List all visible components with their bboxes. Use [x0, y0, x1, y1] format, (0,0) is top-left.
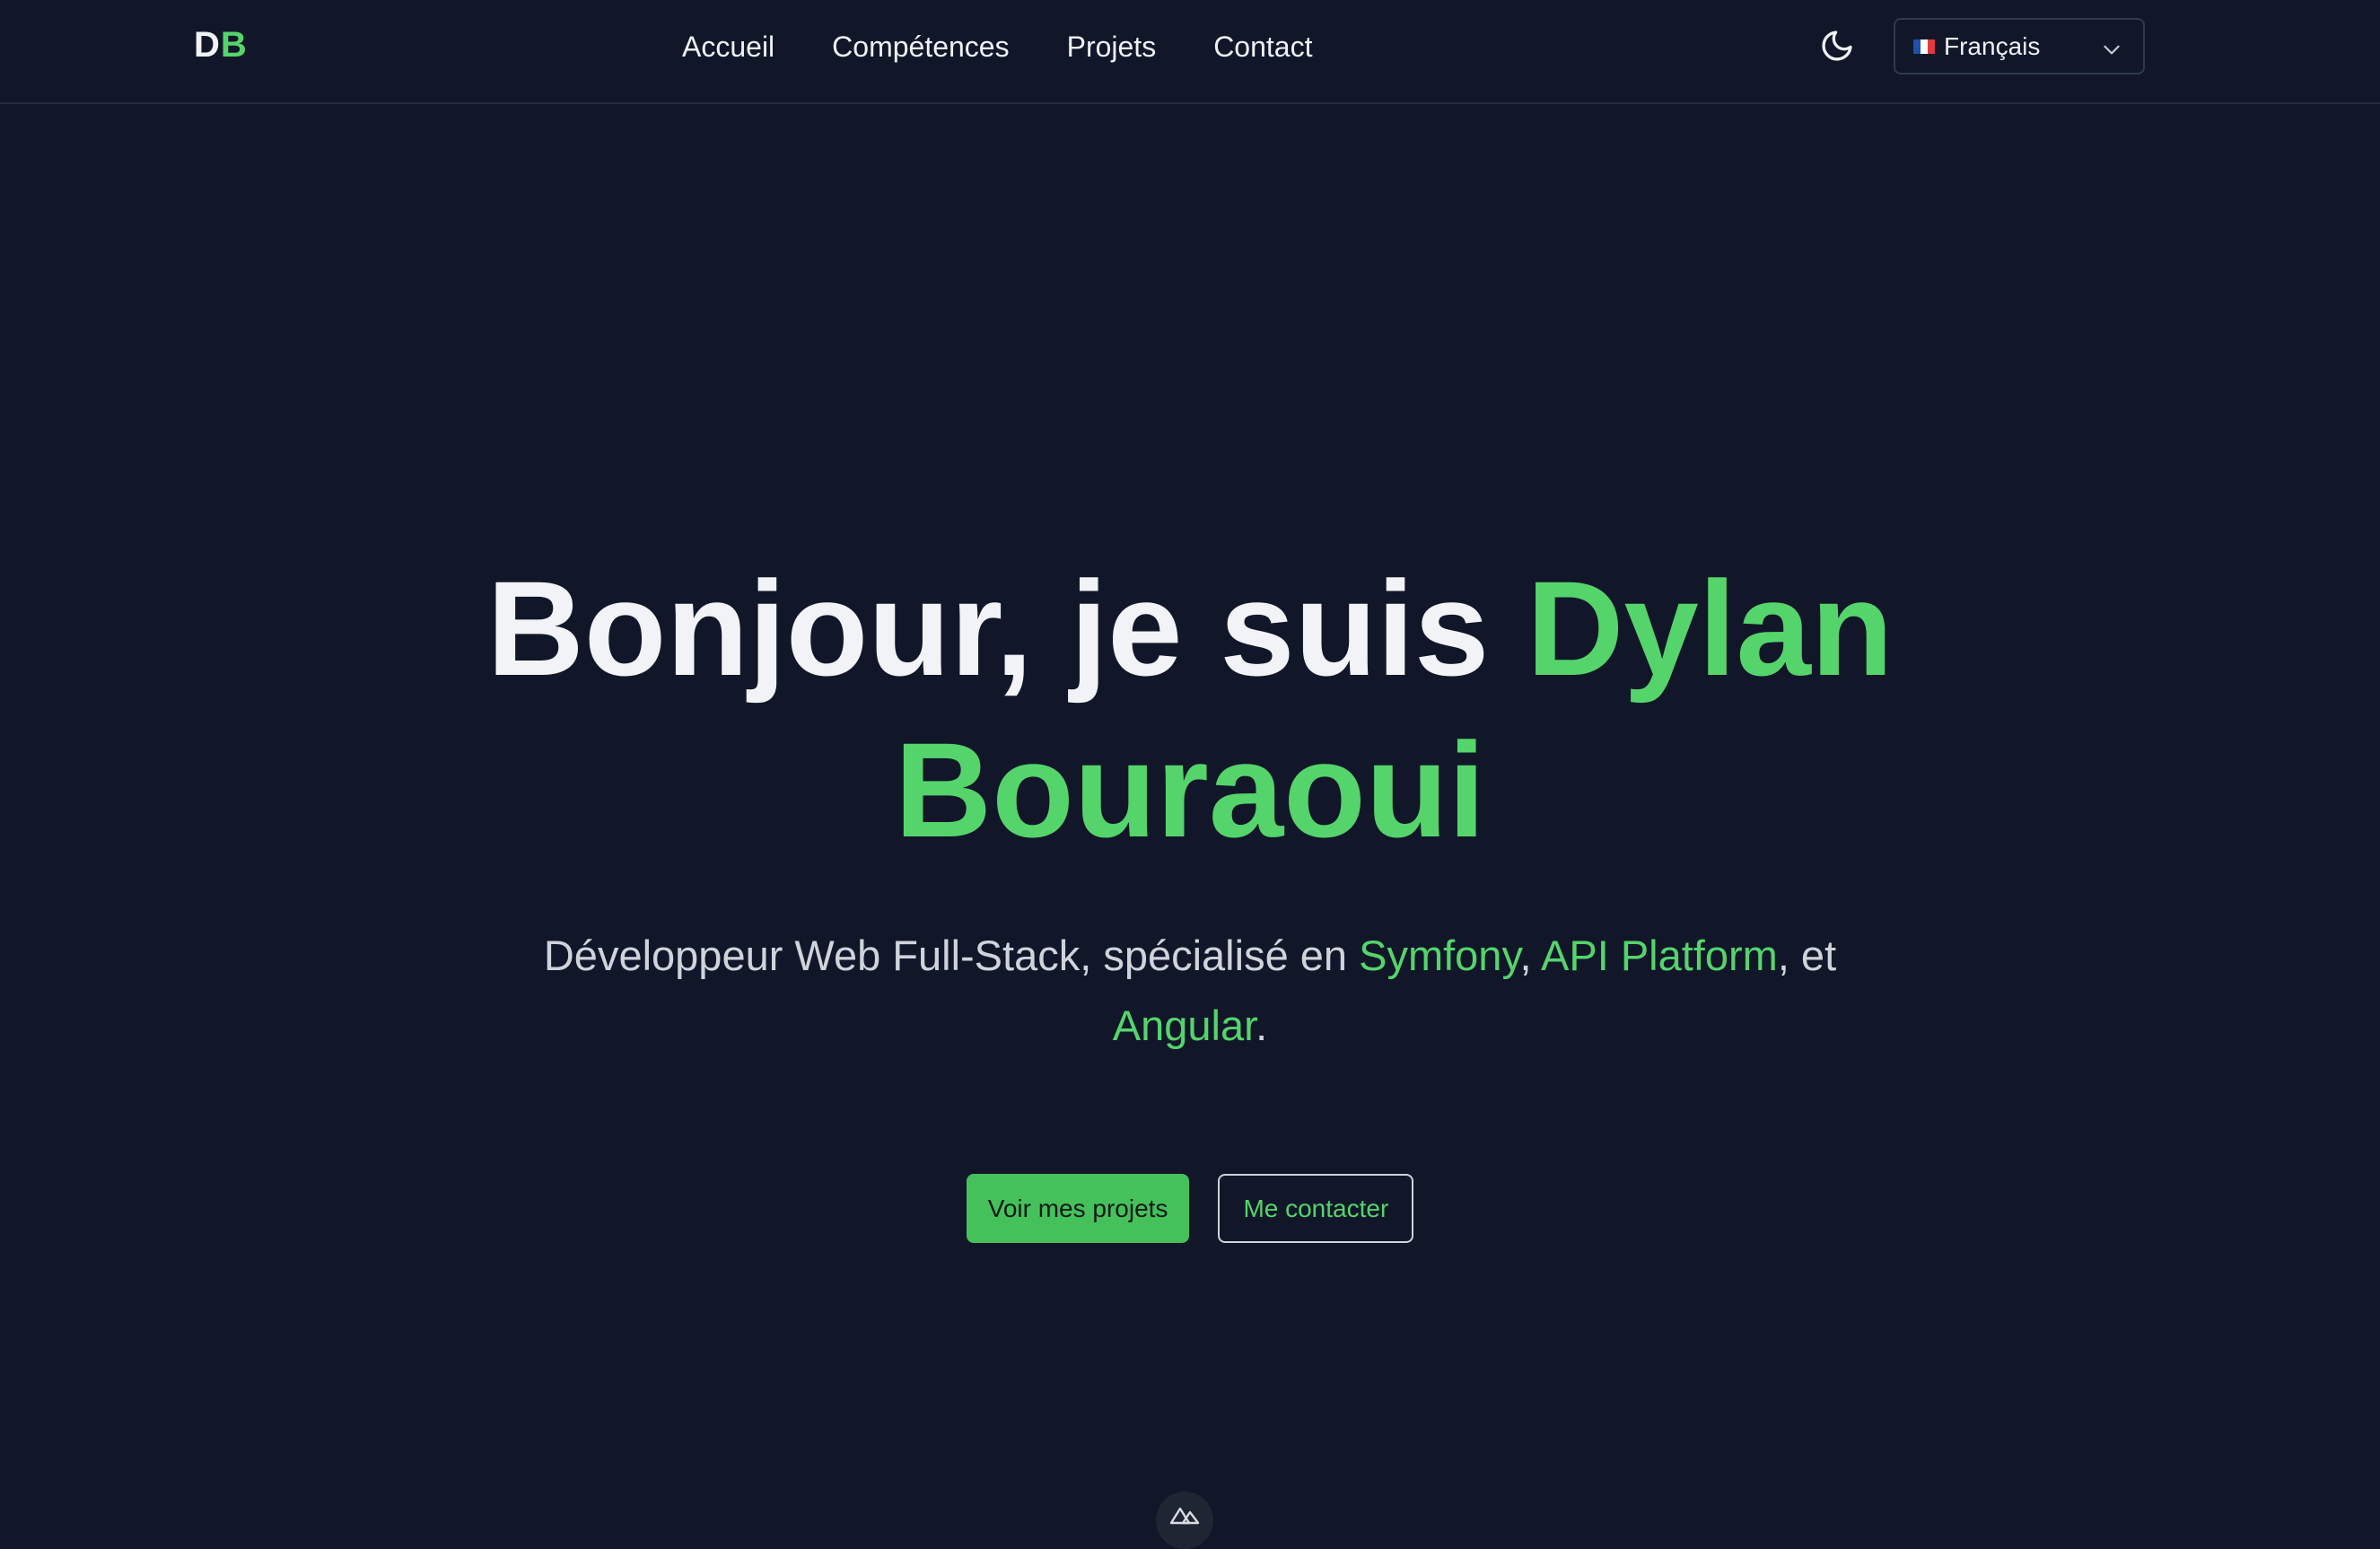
hero-subtitle-prefix: Développeur Web Full-Stack, spécialisé e… — [543, 932, 1360, 979]
chevron-down-icon — [2104, 45, 2120, 55]
hero-actions: Voir mes projets Me contacter — [0, 1174, 2380, 1243]
hero-subtitle-sep1: , — [1519, 932, 1541, 979]
tech-api-platform: API Platform — [1541, 932, 1778, 979]
nav-link-projets[interactable]: Projets — [1067, 31, 1157, 64]
logo[interactable]: DB — [194, 25, 248, 66]
hero-subtitle: Développeur Web Full-Stack, spécialisé e… — [382, 921, 1998, 1061]
language-select[interactable]: Français — [1894, 18, 2145, 74]
tech-angular: Angular — [1112, 1002, 1256, 1049]
nav-link-accueil[interactable]: Accueil — [682, 31, 774, 64]
language-select-value: Français — [1944, 31, 2041, 60]
theme-toggle-button[interactable] — [1815, 23, 1859, 68]
logo-letter-b: B — [220, 25, 248, 65]
nav-link-contact[interactable]: Contact — [1213, 31, 1312, 64]
hero-title-last-name: Bouraoui — [894, 714, 1486, 865]
hero-subtitle-sep2: , et — [1777, 932, 1837, 979]
france-flag-icon — [1913, 39, 1935, 54]
logo-letter-d: D — [194, 25, 221, 65]
hero-subtitle-end: . — [1256, 1002, 1268, 1049]
hero-title: Bonjour, je suis Dylan Bouraoui — [0, 547, 2380, 871]
nav-link-competences[interactable]: Compétences — [832, 31, 1009, 64]
view-projects-button[interactable]: Voir mes projets — [966, 1174, 1190, 1243]
site-header: DB Accueil Compétences Projets Contact F… — [0, 0, 2380, 104]
hero-title-first-name: Dylan — [1527, 553, 1894, 704]
nuxt-logo-icon — [1169, 1507, 1200, 1525]
contact-me-button[interactable]: Me contacter — [1218, 1174, 1414, 1243]
moon-icon — [1822, 31, 1852, 61]
tech-symfony: Symfony — [1359, 932, 1520, 979]
nuxt-devtools-badge[interactable] — [1156, 1492, 1213, 1549]
main-nav: Accueil Compétences Projets Contact — [682, 27, 1312, 66]
hero-title-prefix: Bonjour, je suis — [486, 553, 1527, 704]
